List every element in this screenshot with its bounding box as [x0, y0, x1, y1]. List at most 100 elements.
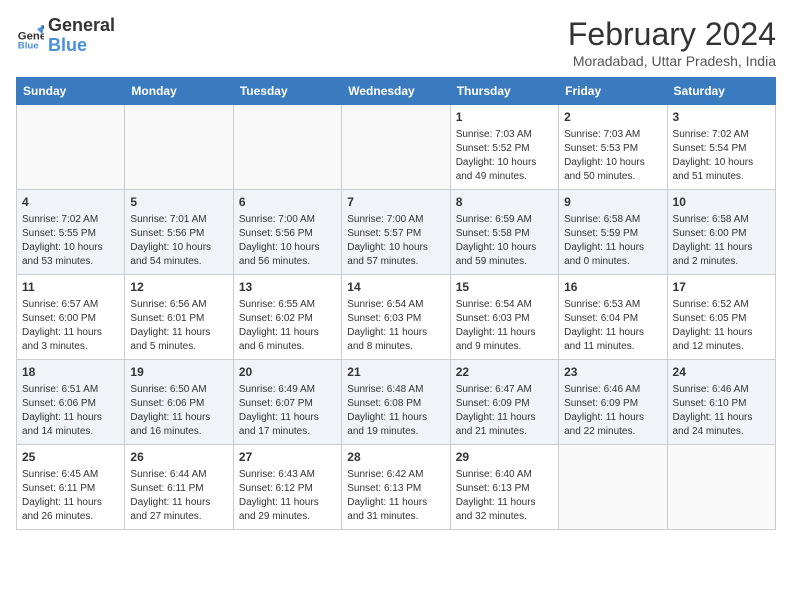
- day-info: Sunrise: 6:40 AM Sunset: 6:13 PM Dayligh…: [456, 468, 553, 524]
- calendar-cell: 4 Sunrise: 7:02 AM Sunset: 5:55 PM Daylig…: [17, 190, 125, 275]
- calendar-cell: 10 Sunrise: 6:58 AM Sunset: 6:00 PM Dayli…: [667, 190, 775, 275]
- day-number: 1: [456, 109, 553, 126]
- calendar-cell: 2 Sunrise: 7:03 AM Sunset: 5:53 PM Daylig…: [559, 105, 667, 190]
- calendar-cell: 8 Sunrise: 6:59 AM Sunset: 5:58 PM Daylig…: [450, 190, 558, 275]
- day-info: Sunrise: 6:54 AM Sunset: 6:03 PM Dayligh…: [456, 298, 553, 354]
- calendar-cell: 5 Sunrise: 7:01 AM Sunset: 5:56 PM Daylig…: [125, 190, 233, 275]
- day-number: 17: [673, 279, 770, 296]
- calendar-cell: 28 Sunrise: 6:42 AM Sunset: 6:13 PM Dayli…: [342, 445, 450, 530]
- day-info: Sunrise: 6:46 AM Sunset: 6:10 PM Dayligh…: [673, 383, 770, 439]
- calendar-cell: [125, 105, 233, 190]
- day-number: 11: [22, 279, 119, 296]
- svg-text:Blue: Blue: [18, 40, 39, 50]
- day-info: Sunrise: 6:44 AM Sunset: 6:11 PM Dayligh…: [130, 468, 227, 524]
- weekday-header-saturday: Saturday: [667, 78, 775, 105]
- day-number: 13: [239, 279, 336, 296]
- calendar-cell: 6 Sunrise: 7:00 AM Sunset: 5:56 PM Daylig…: [233, 190, 341, 275]
- calendar-week-3: 11 Sunrise: 6:57 AM Sunset: 6:00 PM Dayli…: [17, 275, 776, 360]
- day-info: Sunrise: 6:42 AM Sunset: 6:13 PM Dayligh…: [347, 468, 444, 524]
- logo-general: General: [48, 16, 115, 36]
- day-number: 5: [130, 194, 227, 211]
- calendar-cell: [233, 105, 341, 190]
- day-number: 6: [239, 194, 336, 211]
- calendar-table: SundayMondayTuesdayWednesdayThursdayFrid…: [16, 77, 776, 530]
- day-number: 2: [564, 109, 661, 126]
- day-info: Sunrise: 6:57 AM Sunset: 6:00 PM Dayligh…: [22, 298, 119, 354]
- day-number: 23: [564, 364, 661, 381]
- day-info: Sunrise: 7:03 AM Sunset: 5:53 PM Dayligh…: [564, 128, 661, 184]
- calendar-cell: [17, 105, 125, 190]
- day-number: 10: [673, 194, 770, 211]
- day-number: 25: [22, 449, 119, 466]
- day-info: Sunrise: 6:43 AM Sunset: 6:12 PM Dayligh…: [239, 468, 336, 524]
- day-number: 21: [347, 364, 444, 381]
- calendar-cell: 19 Sunrise: 6:50 AM Sunset: 6:06 PM Dayli…: [125, 360, 233, 445]
- calendar-cell: 29 Sunrise: 6:40 AM Sunset: 6:13 PM Dayli…: [450, 445, 558, 530]
- calendar-cell: 3 Sunrise: 7:02 AM Sunset: 5:54 PM Daylig…: [667, 105, 775, 190]
- day-number: 3: [673, 109, 770, 126]
- day-info: Sunrise: 6:59 AM Sunset: 5:58 PM Dayligh…: [456, 213, 553, 269]
- day-number: 28: [347, 449, 444, 466]
- calendar-cell: 14 Sunrise: 6:54 AM Sunset: 6:03 PM Dayli…: [342, 275, 450, 360]
- day-number: 4: [22, 194, 119, 211]
- weekday-header-friday: Friday: [559, 78, 667, 105]
- day-info: Sunrise: 6:46 AM Sunset: 6:09 PM Dayligh…: [564, 383, 661, 439]
- calendar-cell: [559, 445, 667, 530]
- weekday-header-thursday: Thursday: [450, 78, 558, 105]
- weekday-header-wednesday: Wednesday: [342, 78, 450, 105]
- day-number: 16: [564, 279, 661, 296]
- calendar-cell: 20 Sunrise: 6:49 AM Sunset: 6:07 PM Dayli…: [233, 360, 341, 445]
- day-info: Sunrise: 7:01 AM Sunset: 5:56 PM Dayligh…: [130, 213, 227, 269]
- calendar-cell: 12 Sunrise: 6:56 AM Sunset: 6:01 PM Dayli…: [125, 275, 233, 360]
- day-number: 8: [456, 194, 553, 211]
- day-number: 12: [130, 279, 227, 296]
- calendar-cell: 15Sunrise: 6:54 AM Sunset: 6:03 PM Dayli…: [450, 275, 558, 360]
- day-number: 19: [130, 364, 227, 381]
- day-info: Sunrise: 7:03 AM Sunset: 5:52 PM Dayligh…: [456, 128, 553, 184]
- day-info: Sunrise: 6:48 AM Sunset: 6:08 PM Dayligh…: [347, 383, 444, 439]
- day-number: 26: [130, 449, 227, 466]
- calendar-cell: 27Sunrise: 6:43 AM Sunset: 6:12 PM Dayli…: [233, 445, 341, 530]
- day-number: 14: [347, 279, 444, 296]
- day-info: Sunrise: 6:52 AM Sunset: 6:05 PM Dayligh…: [673, 298, 770, 354]
- day-info: Sunrise: 6:58 AM Sunset: 6:00 PM Dayligh…: [673, 213, 770, 269]
- month-title: February 2024: [568, 16, 776, 53]
- calendar-cell: 23 Sunrise: 6:46 AM Sunset: 6:09 PM Dayli…: [559, 360, 667, 445]
- day-number: 29: [456, 449, 553, 466]
- day-info: Sunrise: 6:49 AM Sunset: 6:07 PM Dayligh…: [239, 383, 336, 439]
- day-info: Sunrise: 6:54 AM Sunset: 6:03 PM Dayligh…: [347, 298, 444, 354]
- calendar-cell: 17 Sunrise: 6:52 AM Sunset: 6:05 PM Dayli…: [667, 275, 775, 360]
- day-info: Sunrise: 7:02 AM Sunset: 5:55 PM Dayligh…: [22, 213, 119, 269]
- calendar-body: 1 Sunrise: 7:03 AM Sunset: 5:52 PM Daylig…: [17, 105, 776, 530]
- day-info: Sunrise: 6:50 AM Sunset: 6:06 PM Dayligh…: [130, 383, 227, 439]
- day-number: 18: [22, 364, 119, 381]
- day-info: Sunrise: 6:56 AM Sunset: 6:01 PM Dayligh…: [130, 298, 227, 354]
- day-number: 9: [564, 194, 661, 211]
- day-number: 24: [673, 364, 770, 381]
- location-title: Moradabad, Uttar Pradesh, India: [568, 53, 776, 69]
- weekday-header-sunday: Sunday: [17, 78, 125, 105]
- day-info: Sunrise: 7:00 AM Sunset: 5:56 PM Dayligh…: [239, 213, 336, 269]
- day-number: 7: [347, 194, 444, 211]
- calendar-cell: 9Sunrise: 6:58 AM Sunset: 5:59 PM Daylig…: [559, 190, 667, 275]
- calendar-week-1: 1 Sunrise: 7:03 AM Sunset: 5:52 PM Daylig…: [17, 105, 776, 190]
- day-info: Sunrise: 6:55 AM Sunset: 6:02 PM Dayligh…: [239, 298, 336, 354]
- day-number: 20: [239, 364, 336, 381]
- calendar-cell: 7Sunrise: 7:00 AM Sunset: 5:57 PM Daylig…: [342, 190, 450, 275]
- calendar-cell: 25 Sunrise: 6:45 AM Sunset: 6:11 PM Dayli…: [17, 445, 125, 530]
- calendar-week-2: 4 Sunrise: 7:02 AM Sunset: 5:55 PM Daylig…: [17, 190, 776, 275]
- day-info: Sunrise: 7:02 AM Sunset: 5:54 PM Dayligh…: [673, 128, 770, 184]
- calendar-cell: [342, 105, 450, 190]
- calendar-week-4: 18Sunrise: 6:51 AM Sunset: 6:06 PM Dayli…: [17, 360, 776, 445]
- weekday-header-tuesday: Tuesday: [233, 78, 341, 105]
- calendar-cell: 21 Sunrise: 6:48 AM Sunset: 6:08 PM Dayli…: [342, 360, 450, 445]
- calendar-cell: [667, 445, 775, 530]
- weekday-header-monday: Monday: [125, 78, 233, 105]
- calendar-cell: 13 Sunrise: 6:55 AM Sunset: 6:02 PM Dayli…: [233, 275, 341, 360]
- calendar-cell: 26 Sunrise: 6:44 AM Sunset: 6:11 PM Dayli…: [125, 445, 233, 530]
- calendar-cell: 16Sunrise: 6:53 AM Sunset: 6:04 PM Dayli…: [559, 275, 667, 360]
- header: General Blue General Blue February 2024 …: [16, 16, 776, 69]
- day-info: Sunrise: 6:45 AM Sunset: 6:11 PM Dayligh…: [22, 468, 119, 524]
- title-area: February 2024 Moradabad, Uttar Pradesh, …: [568, 16, 776, 69]
- calendar-cell: 11 Sunrise: 6:57 AM Sunset: 6:00 PM Dayli…: [17, 275, 125, 360]
